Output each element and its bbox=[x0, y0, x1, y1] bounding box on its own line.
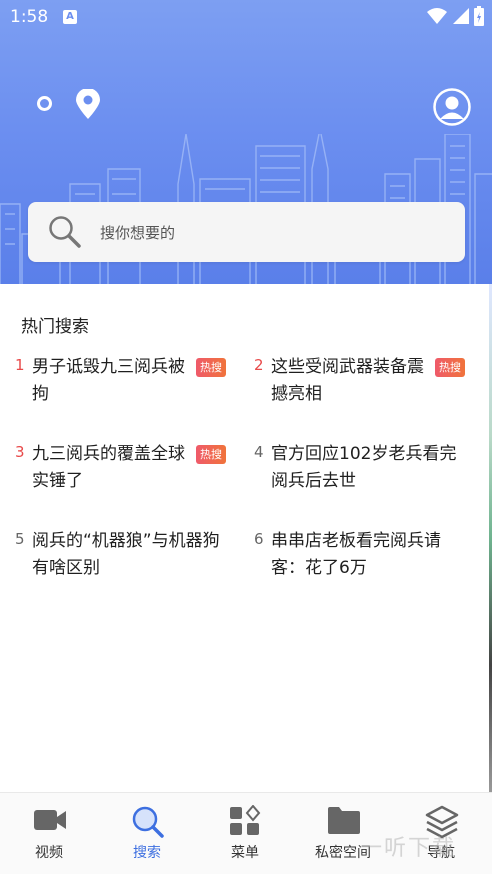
hot-search-item-3[interactable]: 3 九三阅兵的覆盖全球实锤了 热搜 bbox=[15, 443, 235, 503]
hot-badge: 热搜 bbox=[196, 445, 226, 464]
grid-menu-icon bbox=[230, 805, 261, 835]
hot-search-item-5[interactable]: 5 阅兵的“机器狼”与机器狗有啥区别 bbox=[15, 530, 235, 590]
hot-rank: 5 bbox=[15, 530, 25, 548]
search-input[interactable]: 搜你想要的 bbox=[28, 202, 465, 262]
hot-text: 串串店老板看完阅兵请客：花了6万 bbox=[271, 531, 441, 578]
tab-label: 视频 bbox=[35, 845, 63, 861]
hot-search-item-6[interactable]: 6 串串店老板看完阅兵请客：花了6万 bbox=[254, 530, 474, 590]
status-icons bbox=[427, 6, 484, 28]
ring-icon[interactable] bbox=[37, 96, 52, 111]
user-avatar-icon[interactable] bbox=[433, 88, 471, 126]
hot-rank: 6 bbox=[254, 530, 264, 548]
hot-rank: 1 bbox=[15, 356, 25, 374]
hot-rank: 4 bbox=[254, 443, 264, 461]
location-pin-icon[interactable] bbox=[75, 89, 101, 119]
header-banner: 1:58 A 搜你想要的 bbox=[0, 0, 492, 284]
hot-rank: 2 bbox=[254, 356, 264, 374]
hot-text: 这些受阅武器装备震撼亮相 bbox=[271, 357, 424, 404]
search-icon bbox=[49, 216, 81, 248]
hot-search-item-2[interactable]: 2 这些受阅武器装备震撼亮相 热搜 bbox=[254, 356, 474, 416]
signal-icon bbox=[452, 8, 469, 24]
status-time: 1:58 bbox=[10, 7, 49, 27]
hot-text: 九三阅兵的覆盖全球实锤了 bbox=[32, 444, 185, 491]
watermark-text: 一听下载 bbox=[360, 836, 457, 861]
search-icon bbox=[132, 806, 164, 838]
video-camera-icon bbox=[34, 810, 66, 830]
hot-badge: 热搜 bbox=[196, 358, 226, 377]
hot-search-item-1[interactable]: 1 男子诋毁九三阅兵被拘 热搜 bbox=[15, 356, 235, 416]
search-placeholder: 搜你想要的 bbox=[100, 224, 176, 242]
tab-search[interactable]: 搜索 bbox=[99, 793, 195, 874]
hot-badge: 热搜 bbox=[435, 358, 465, 377]
hot-text: 官方回应102岁老兵看完阅兵后去世 bbox=[271, 444, 457, 491]
hot-search-title: 热门搜索 bbox=[21, 317, 89, 337]
tab-label: 搜索 bbox=[133, 845, 161, 861]
hot-search-item-4[interactable]: 4 官方回应102岁老兵看完阅兵后去世 bbox=[254, 443, 474, 503]
hot-text: 男子诋毁九三阅兵被拘 bbox=[32, 357, 185, 404]
hot-text: 阅兵的“机器狼”与机器狗有啥区别 bbox=[32, 531, 220, 578]
wifi-icon bbox=[427, 8, 448, 24]
tab-menu[interactable]: 菜单 bbox=[197, 793, 293, 874]
tab-video[interactable]: 视频 bbox=[1, 793, 97, 874]
status-bar: 1:58 A bbox=[0, 0, 492, 34]
tab-label: 菜单 bbox=[231, 845, 259, 861]
hot-rank: 3 bbox=[15, 443, 25, 461]
notification-icon: A bbox=[63, 10, 77, 24]
battery-icon bbox=[474, 6, 484, 26]
folder-icon bbox=[328, 807, 360, 834]
